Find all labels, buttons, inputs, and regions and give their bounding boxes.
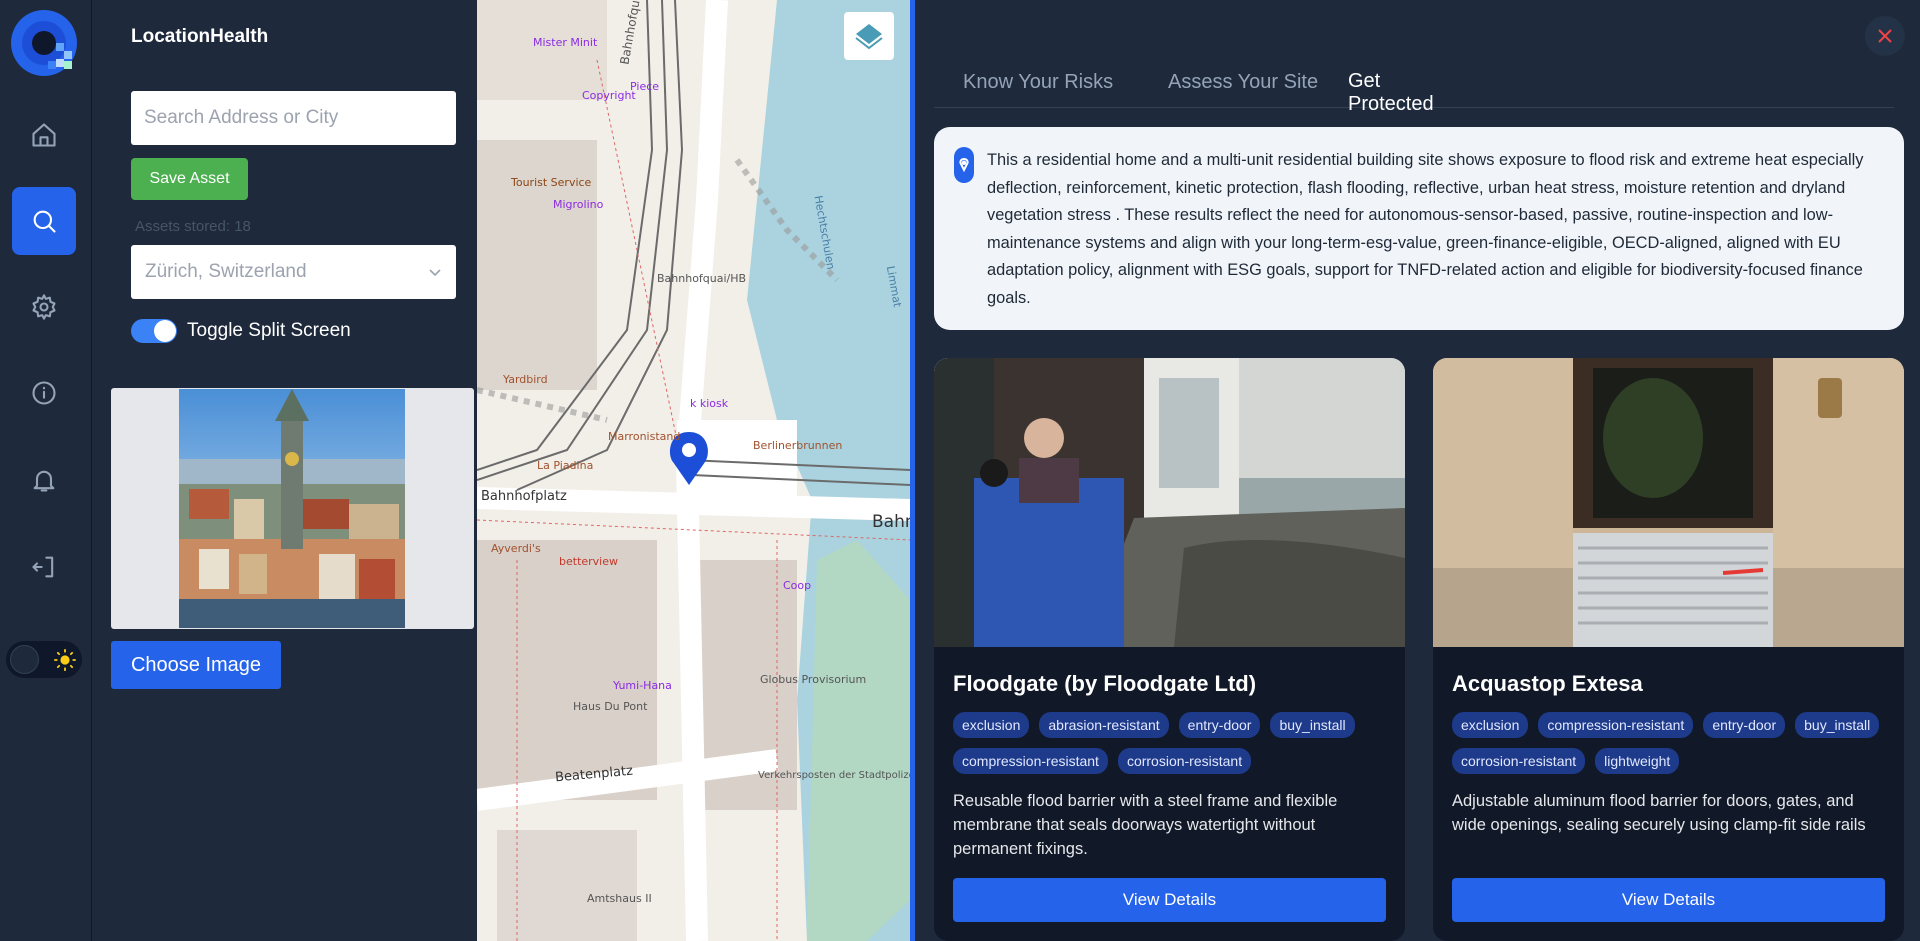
map-label: Ayverdi's	[491, 542, 541, 555]
split-screen-switch[interactable]	[131, 319, 177, 343]
site-summary-card: This a residential home and a multi-unit…	[934, 127, 1904, 330]
close-icon	[1878, 29, 1892, 43]
rail-search-button[interactable]	[12, 187, 76, 255]
layers-icon	[855, 24, 883, 50]
location-select-value: Zürich, Switzerland	[145, 261, 307, 282]
map-label: Yumi-Hana	[613, 679, 672, 692]
product-tag: exclusion	[953, 712, 1030, 738]
logout-icon	[32, 556, 54, 578]
location-select[interactable]: Zürich, Switzerland	[131, 245, 456, 299]
app-logo[interactable]	[10, 9, 78, 77]
product-card: Acquastop Extesa exclusion compression-r…	[1433, 358, 1904, 941]
tab-know-your-risks[interactable]: Know Your Risks	[963, 58, 1113, 108]
product-tag: compression-resistant	[953, 748, 1108, 774]
map-label: Mister Minit	[533, 36, 598, 49]
map-label: Coop	[783, 579, 812, 592]
product-image	[934, 358, 1405, 647]
product-tag: exclusion	[1452, 712, 1529, 738]
app-title: LocationHealth	[131, 26, 269, 47]
tab-bar: Know Your Risks Assess Your Site Get Pro…	[934, 58, 1894, 115]
map-label: Bahn	[872, 512, 910, 532]
map-label: k kiosk	[690, 397, 729, 410]
map-label: Migrolino	[553, 198, 604, 211]
rail-settings-button[interactable]	[12, 273, 76, 341]
map-label: Berlinerbrunnen	[753, 439, 843, 452]
image-preview	[111, 388, 474, 629]
assets-stored-count: Assets stored: 18	[135, 218, 251, 235]
rail-notifications-button[interactable]	[12, 446, 76, 514]
protection-panel: Know Your Risks Assess Your Site Get Pro…	[915, 0, 1920, 941]
map-label: La Piadina	[537, 459, 594, 472]
map-label: Bahnhofquai/HB	[657, 272, 747, 285]
map-label: Yardbird	[503, 373, 548, 386]
product-tag: buy_install	[1270, 712, 1355, 738]
product-tag: buy_install	[1795, 712, 1880, 738]
gear-icon	[32, 294, 56, 320]
map-label: Copyright	[582, 89, 636, 102]
save-asset-button[interactable]: Save Asset	[131, 158, 248, 200]
map-layers-button[interactable]	[844, 12, 894, 60]
map-label: Bahnhofplatz	[481, 489, 567, 504]
product-card: Floodgate (by Floodgate Ltd) exclusion a…	[934, 358, 1405, 941]
map-label: Globus Provisorium	[760, 673, 867, 686]
rail-info-button[interactable]	[12, 359, 76, 427]
sun-icon	[54, 649, 76, 671]
map-label: Tourist Service	[511, 176, 592, 189]
rail-home-button[interactable]	[12, 101, 76, 169]
product-title: Floodgate (by Floodgate Ltd)	[953, 671, 1257, 696]
product-tag: corrosion-resistant	[1117, 748, 1252, 774]
icon-rail	[0, 0, 92, 941]
product-tag: entry-door	[1703, 712, 1786, 738]
product-tag: lightweight	[1595, 748, 1680, 774]
product-title: Acquastop Extesa	[1452, 671, 1643, 696]
product-tag: compression-resistant	[1538, 712, 1694, 738]
map-label: Haus Du Pont	[573, 700, 648, 713]
search-icon	[33, 210, 56, 233]
product-tag: entry-door	[1178, 712, 1261, 738]
product-tags: exclusion abrasion-resistant entry-door …	[953, 712, 1393, 774]
view-details-button[interactable]: View Details	[1452, 878, 1885, 922]
home-icon	[32, 123, 56, 147]
product-tag: abrasion-resistant	[1039, 712, 1169, 738]
view-details-button[interactable]: View Details	[953, 878, 1386, 922]
map-label: Marronistand	[608, 430, 681, 443]
tab-assess-your-site[interactable]: Assess Your Site	[1168, 58, 1318, 108]
product-image	[1433, 358, 1904, 647]
choose-image-button[interactable]: Choose Image	[111, 641, 281, 689]
zurich-photo	[179, 389, 405, 628]
site-summary-text: This a residential home and a multi-unit…	[987, 151, 1864, 307]
search-input[interactable]	[131, 91, 456, 145]
theme-toggle[interactable]	[6, 641, 82, 678]
chevron-down-icon	[429, 269, 441, 277]
product-tag: corrosion-resistant	[1452, 748, 1586, 774]
theme-toggle-knob	[10, 645, 39, 674]
info-icon	[32, 381, 56, 405]
location-pin-icon	[954, 147, 974, 183]
map-view[interactable]: Bahnhofquai Bahnhofplatz Beatenplatz Bah…	[477, 0, 910, 941]
product-description: Adjustable aluminum flood barrier for do…	[1452, 792, 1866, 834]
product-tags: exclusion compression-resistant entry-do…	[1452, 712, 1892, 774]
map-label: Piece	[630, 80, 660, 93]
map-label: Verkehrsposten der Stadtpolizei Zürich	[758, 770, 910, 781]
map-label: Amtshaus II	[587, 892, 652, 905]
split-screen-label: Toggle Split Screen	[187, 320, 351, 341]
rail-logout-button[interactable]	[12, 533, 76, 601]
product-description: Reusable flood barrier with a steel fram…	[953, 792, 1338, 858]
bell-icon	[33, 470, 55, 492]
split-screen-toggle[interactable]: Toggle Split Screen	[131, 319, 351, 343]
left-panel: LocationHealth Save Asset Assets stored:…	[93, 0, 477, 941]
close-button[interactable]	[1865, 16, 1905, 56]
map-label: betterview	[559, 555, 618, 568]
